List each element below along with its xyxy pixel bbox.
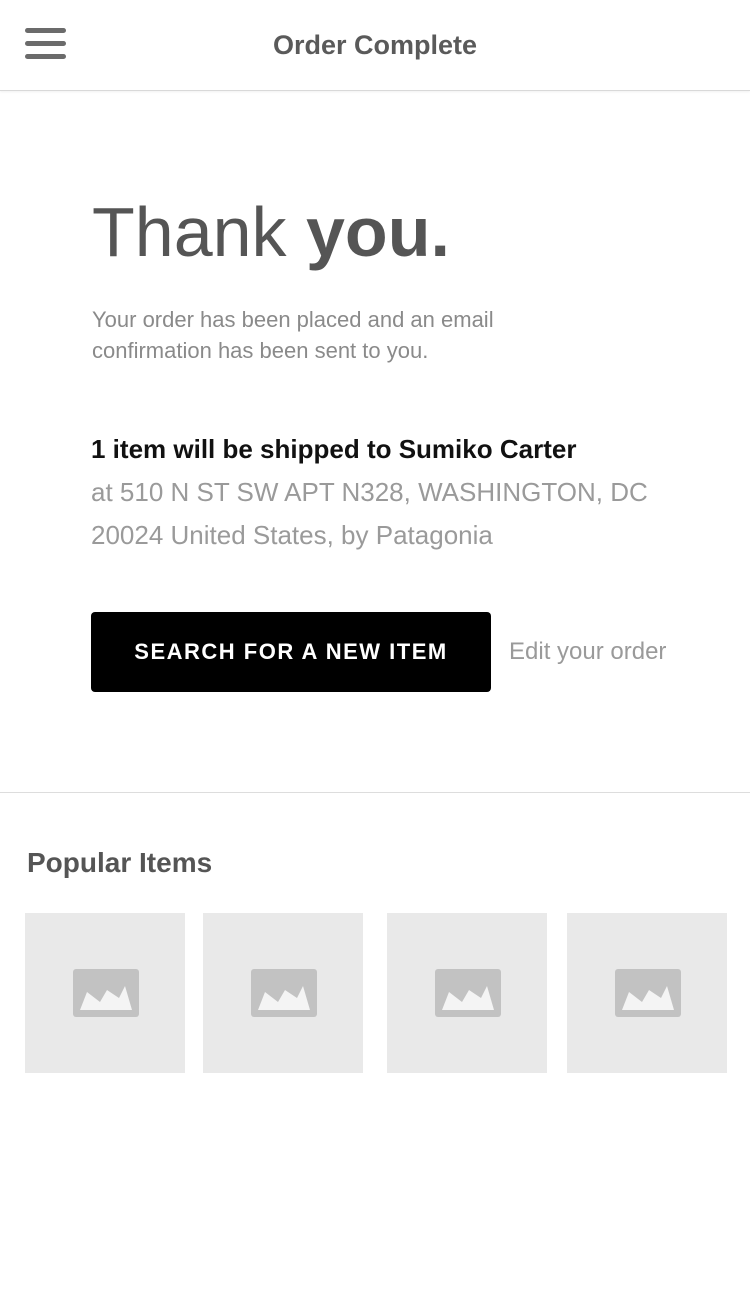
thank-you-emphasis: you. bbox=[306, 193, 450, 271]
confirmation-message: Your order has been placed and an email … bbox=[92, 307, 494, 363]
thank-you-word: Thank bbox=[92, 193, 306, 271]
image-placeholder-icon bbox=[435, 969, 501, 1017]
edit-order-link[interactable]: Edit your order bbox=[509, 636, 666, 668]
shipping-heading: 1 item will be shipped to Sumiko Carter bbox=[91, 434, 577, 464]
popular-items-title: Popular Items bbox=[27, 847, 213, 878]
page-title: Order Complete bbox=[272, 30, 478, 60]
thank-you-heading: Thank you. bbox=[92, 190, 450, 274]
popular-item-tile[interactable] bbox=[25, 913, 185, 1073]
popular-item-tile[interactable] bbox=[387, 913, 547, 1073]
shipping-address: at 510 N ST SW APT N328, WASHINGTON, DC … bbox=[91, 477, 648, 550]
search-new-item-button[interactable]: SEARCH FOR A NEW ITEM bbox=[91, 612, 491, 692]
popular-item-tile[interactable] bbox=[567, 913, 727, 1073]
image-placeholder-icon bbox=[251, 969, 317, 1017]
image-placeholder-icon bbox=[73, 969, 139, 1017]
popular-item-tile[interactable] bbox=[203, 913, 363, 1073]
section-divider bbox=[0, 792, 750, 793]
top-bar: Order Complete bbox=[0, 0, 750, 91]
image-placeholder-icon bbox=[615, 969, 681, 1017]
